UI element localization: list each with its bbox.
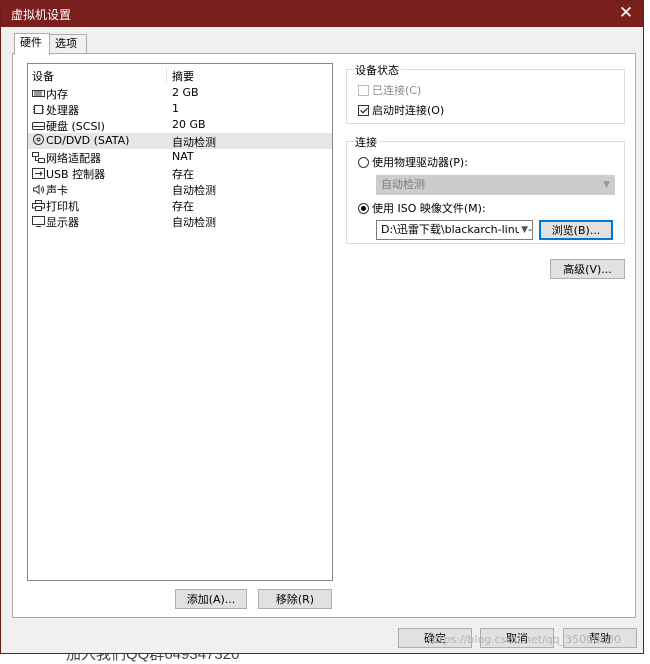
physical-drive-value: 自动检测: [381, 178, 425, 191]
tab-options[interactable]: 选项: [49, 34, 87, 54]
device-status-group: 设备状态 已连接(C) 启动时连接(O): [346, 62, 625, 124]
device-name: 硬盘 (SCSI): [46, 120, 105, 133]
hard-disk-icon: [32, 122, 45, 130]
column-header-device[interactable]: 设备: [32, 68, 54, 84]
browse-button[interactable]: 浏览(B)...: [539, 220, 613, 240]
checkbox-box: [358, 105, 369, 116]
network-icon: [32, 152, 45, 163]
device-row-cd-dvd[interactable]: CD/DVD (SATA) 自动检测: [28, 133, 332, 149]
cd-dvd-icon: [33, 134, 44, 145]
device-name: 显示器: [46, 216, 79, 229]
column-header-summary[interactable]: 摘要: [172, 68, 194, 84]
radio-dot: [358, 203, 369, 214]
remove-device-button[interactable]: 移除(R): [258, 589, 332, 609]
iso-path-value: D:\迅雷下载\blackarch-linux-: [381, 223, 533, 236]
vm-settings-dialog: 虚拟机设置 ✕ 硬件 选项 设备 摘要 内存 2 GB 处理器 1 硬盘 (SC…: [0, 0, 644, 654]
device-name: 内存: [46, 88, 68, 101]
cpu-icon: [33, 105, 44, 114]
device-list-header: 设备 摘要: [28, 64, 332, 84]
iso-path-combobox[interactable]: D:\迅雷下载\blackarch-linux- ▼: [376, 220, 533, 240]
device-name: 处理器: [46, 104, 79, 117]
device-summary: 自动检测: [172, 184, 216, 197]
window-title: 虚拟机设置: [11, 8, 72, 22]
device-row-hard-disk[interactable]: 硬盘 (SCSI) 20 GB: [28, 117, 332, 133]
connection-group: 连接 使用物理驱动器(P): 自动检测 ▼ 使用 ISO 映像文件(M): D:…: [346, 134, 625, 244]
device-name: 声卡: [46, 184, 68, 197]
connect-at-power-on-label: 启动时连接(O): [372, 104, 445, 117]
device-name: 网络适配器: [46, 152, 101, 165]
physical-drive-select[interactable]: 自动检测 ▼: [376, 175, 615, 195]
help-button[interactable]: 帮助: [563, 628, 637, 648]
device-name: CD/DVD (SATA): [46, 134, 130, 147]
close-icon[interactable]: ✕: [615, 3, 637, 23]
device-summary: NAT: [172, 150, 194, 163]
advanced-button[interactable]: 高级(V)...: [550, 259, 625, 279]
use-physical-drive-label: 使用物理驱动器(P):: [372, 156, 468, 169]
device-summary: 1: [172, 102, 179, 115]
device-row-display[interactable]: 显示器 自动检测: [28, 213, 332, 229]
device-summary: 20 GB: [172, 118, 206, 131]
add-device-button[interactable]: 添加(A)...: [175, 589, 247, 609]
use-physical-drive-radio[interactable]: 使用物理驱动器(P):: [358, 154, 468, 170]
radio-dot: [358, 157, 369, 168]
usb-icon: [32, 168, 45, 179]
device-summary: 存在: [172, 168, 194, 181]
use-iso-file-radio[interactable]: 使用 ISO 映像文件(M):: [358, 200, 486, 216]
speaker-icon: [33, 184, 45, 195]
monitor-icon: [32, 216, 45, 227]
memory-icon: [32, 90, 45, 97]
chevron-down-icon: ▼: [603, 180, 610, 190]
title-bar[interactable]: 虚拟机设置 ✕: [1, 1, 643, 27]
use-iso-file-label: 使用 ISO 映像文件(M):: [372, 202, 486, 215]
device-row-printer[interactable]: 打印机 存在: [28, 197, 332, 213]
device-summary: 自动检测: [172, 136, 216, 149]
connection-legend: 连接: [353, 134, 379, 150]
device-name: 打印机: [46, 200, 79, 213]
chevron-down-icon[interactable]: ▼: [519, 221, 528, 239]
tab-hardware[interactable]: 硬件: [14, 33, 50, 55]
device-row-processor[interactable]: 处理器 1: [28, 101, 332, 117]
ok-button[interactable]: 确定: [398, 628, 472, 648]
device-name: USB 控制器: [46, 168, 106, 181]
checkbox-box: [358, 85, 369, 96]
hardware-tab-panel: 设备 摘要 内存 2 GB 处理器 1 硬盘 (SCSI) 20 GB CD/D…: [12, 53, 636, 618]
device-row-network-adapter[interactable]: 网络适配器 NAT: [28, 149, 332, 165]
device-status-legend: 设备状态: [353, 62, 401, 78]
device-list[interactable]: 设备 摘要 内存 2 GB 处理器 1 硬盘 (SCSI) 20 GB CD/D…: [27, 63, 333, 581]
device-row-memory[interactable]: 内存 2 GB: [28, 85, 332, 101]
printer-icon: [32, 200, 45, 211]
device-row-sound-card[interactable]: 声卡 自动检测: [28, 181, 332, 197]
connected-checkbox[interactable]: 已连接(C): [358, 82, 421, 98]
connected-label: 已连接(C): [372, 84, 422, 97]
device-summary: 自动检测: [172, 216, 216, 229]
device-summary: 存在: [172, 200, 194, 213]
connect-at-power-on-checkbox[interactable]: 启动时连接(O): [358, 102, 444, 118]
device-row-usb-controller[interactable]: USB 控制器 存在: [28, 165, 332, 181]
cancel-button[interactable]: 取消: [480, 628, 554, 648]
device-summary: 2 GB: [172, 86, 199, 99]
